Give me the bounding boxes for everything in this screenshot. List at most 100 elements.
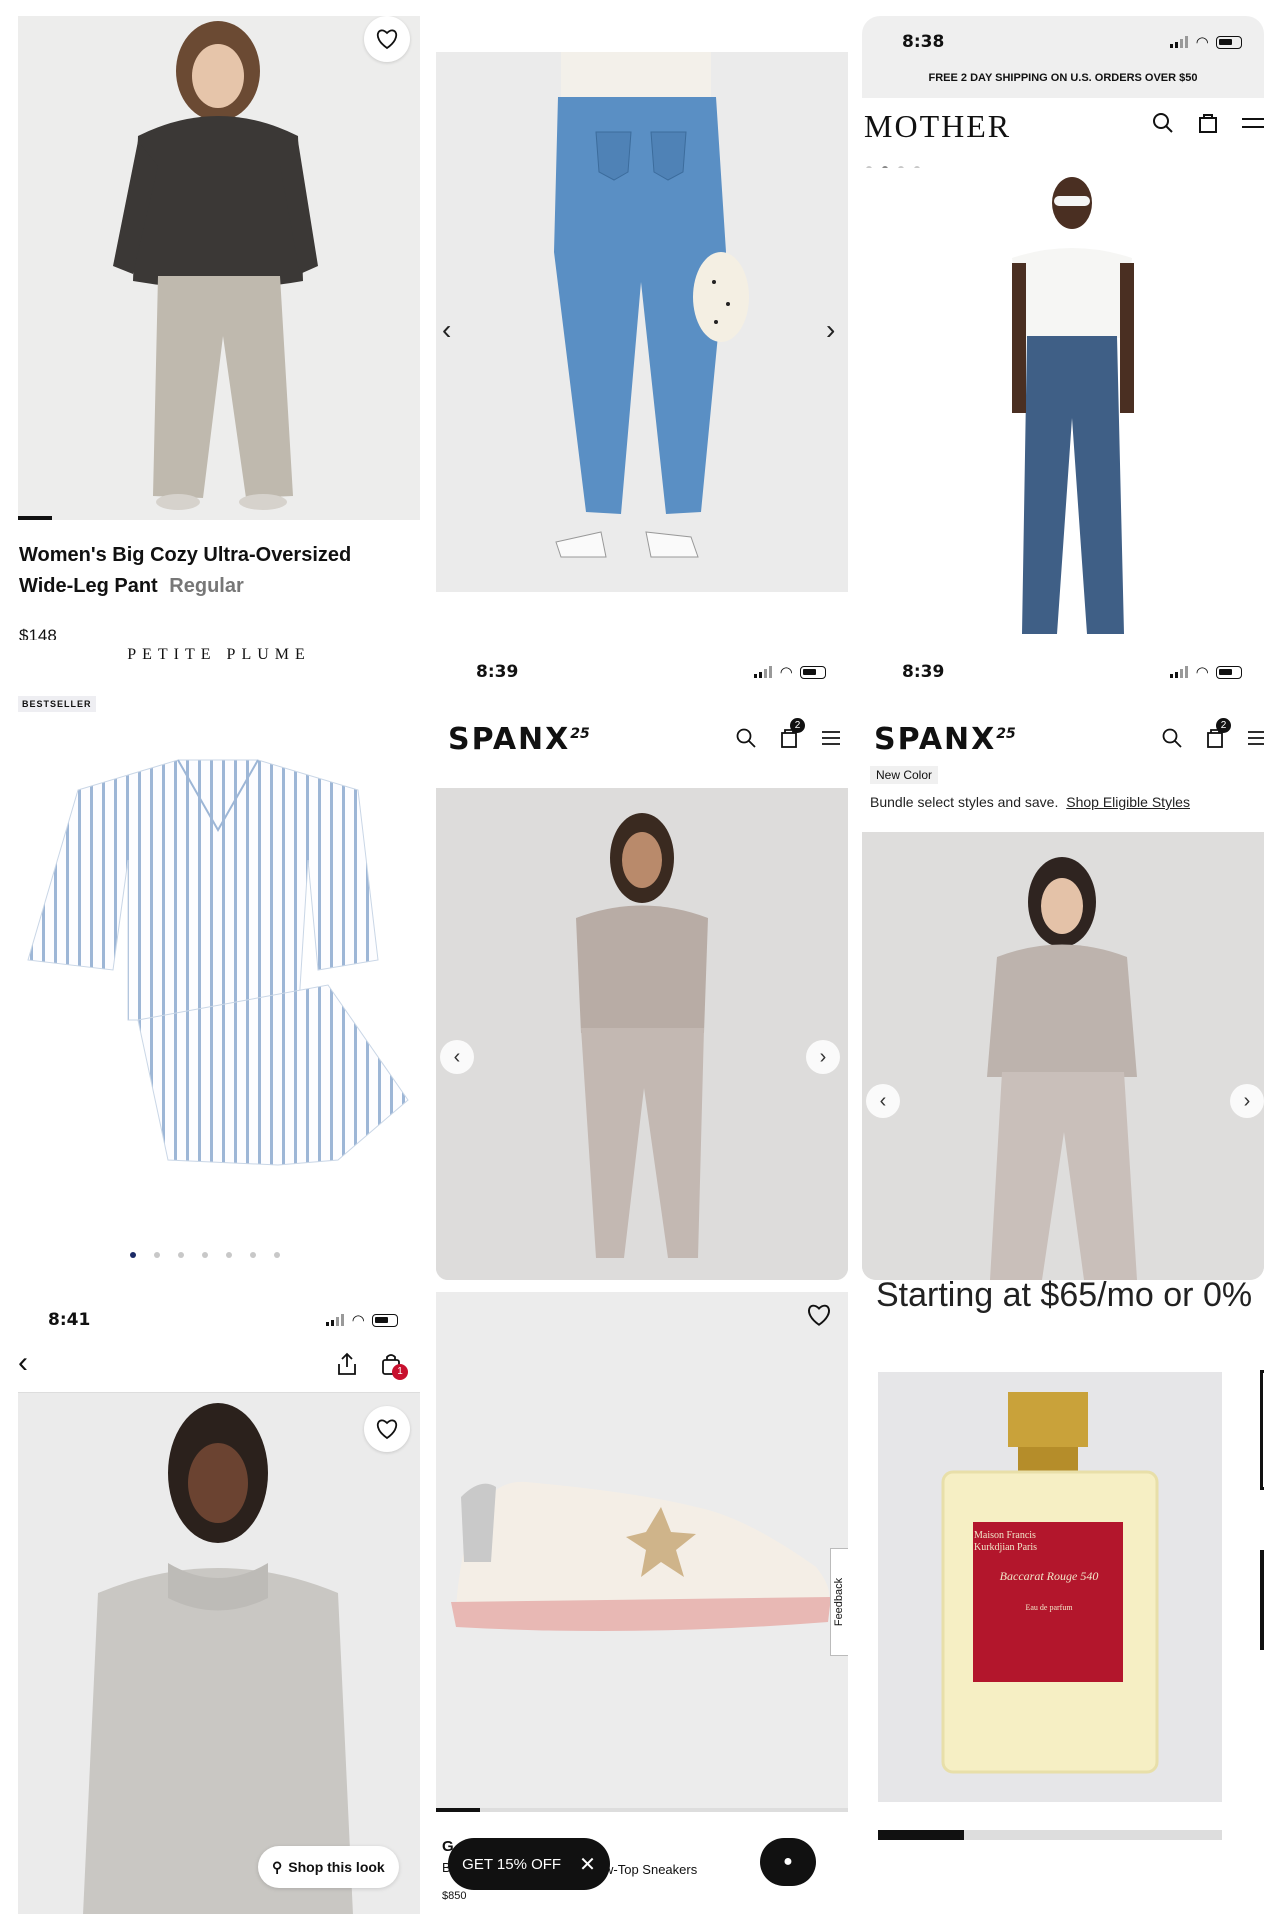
image-progress-bar (436, 1808, 480, 1812)
search-icon[interactable] (1162, 728, 1182, 748)
wifi-icon: ◠ (352, 1311, 364, 1329)
cropped-edge-bar (1260, 1550, 1264, 1650)
image-progress-track (436, 1808, 848, 1812)
status-time: 8:39 (902, 662, 945, 682)
status-time: 8:38 (902, 32, 945, 52)
bestseller-badge: BESTSELLER (18, 696, 96, 712)
product-title-line2: Wide-Leg Pant (19, 575, 158, 597)
brand-logo[interactable]: SPANX25 (448, 722, 590, 757)
battery-icon (1216, 35, 1242, 49)
carousel-dot[interactable] (250, 1252, 256, 1258)
product-tile-hoodie[interactable]: 8:41 ◠ ‹ 1 ⚲ Shop this look (18, 1292, 420, 1914)
signal-icon (754, 666, 773, 678)
status-time: 8:41 (48, 1310, 91, 1330)
product-tile-perfume[interactable]: Starting at $65/mo or 0% Maison Francis … (862, 1280, 1264, 1914)
next-arrow-icon[interactable]: › (1230, 1084, 1264, 1118)
product-image[interactable] (436, 788, 848, 1280)
product-image[interactable] (436, 52, 848, 592)
status-time: 8:39 (476, 662, 519, 682)
shop-this-look-label: Shop this look (288, 1859, 385, 1875)
brand-logo[interactable]: MOTHER (864, 108, 1011, 145)
brand-anniversary: 25 (996, 726, 1016, 742)
cart-count-badge: 2 (1216, 718, 1231, 733)
battery-icon (372, 1313, 398, 1327)
search-icon[interactable] (736, 728, 756, 748)
carousel-dot[interactable] (154, 1252, 160, 1258)
shop-eligible-link[interactable]: Shop Eligible Styles (1066, 794, 1190, 810)
bag-icon[interactable] (1198, 112, 1218, 134)
person-icon: ⚲ (272, 1858, 283, 1875)
feedback-label: Feedback (833, 1577, 846, 1627)
jeans-model-photo (862, 168, 1264, 634)
pajama-photo (27, 759, 409, 1166)
prev-arrow-icon[interactable]: ‹ (440, 1040, 474, 1074)
prev-arrow-icon[interactable]: ‹ (866, 1084, 900, 1118)
product-name-partial: w-Top Sneakers (604, 1862, 698, 1877)
perfume-label: Maison Francis Kurkdjian Paris Baccarat … (974, 1530, 1124, 1614)
favorite-heart-icon[interactable] (796, 1292, 842, 1338)
product-tile-spanx-halfzip[interactable]: 8:39 ◠ SPANX25 2 ‹ › (436, 652, 848, 1280)
carousel-dot[interactable] (226, 1252, 232, 1258)
get-15-off-button[interactable]: GET 15% OFF ✕ (448, 1838, 610, 1890)
product-tile-spanx-crew[interactable]: 8:39 ◠ SPANX25 2 New Color Bundle select… (862, 652, 1264, 1280)
back-icon[interactable]: ‹ (18, 1346, 28, 1380)
product-image[interactable] (18, 16, 420, 520)
product-tile-wide-leg-pant[interactable]: Women's Big Cozy Ultra-Oversized Wide-Le… (18, 16, 420, 646)
chat-icon: ● (783, 1853, 793, 1870)
carousel-dot[interactable] (178, 1252, 184, 1258)
brand-name: SPANX (874, 722, 997, 757)
halfzip-model-photo (436, 788, 848, 1280)
close-icon[interactable]: ✕ (579, 1852, 596, 1877)
shop-this-look-button[interactable]: ⚲ Shop this look (258, 1846, 399, 1888)
prev-arrow-icon[interactable]: ‹ (442, 314, 451, 346)
product-image[interactable] (18, 1392, 420, 1914)
product-tile-sneaker[interactable]: Feedback G B w-Top Sneakers $850 GET 15%… (436, 1292, 848, 1914)
menu-icon[interactable] (1242, 116, 1264, 130)
next-arrow-icon[interactable]: › (806, 1040, 840, 1074)
shipping-banner: FREE 2 DAY SHIPPING ON U.S. ORDERS OVER … (928, 72, 1198, 84)
feedback-tab[interactable]: Feedback (830, 1548, 848, 1656)
share-icon[interactable] (336, 1352, 358, 1376)
image-progress-bar (18, 516, 52, 520)
favorite-heart-icon[interactable] (364, 1406, 410, 1452)
status-bar-content: 8:38 ◠ (862, 22, 1264, 62)
jeans-photo (436, 52, 848, 592)
carousel-dot[interactable] (130, 1252, 136, 1258)
favorite-heart-icon[interactable] (364, 16, 410, 62)
model-photo (18, 16, 420, 520)
brand-logo[interactable]: PETITE PLUME (18, 646, 420, 664)
bottle-name: Baccarat Rouge 540 (999, 1569, 1099, 1583)
image-progress-bar (878, 1830, 964, 1840)
chat-button[interactable]: ● (760, 1838, 816, 1886)
search-icon[interactable] (1152, 112, 1174, 134)
product-tile-pajama[interactable]: PETITE PLUME BESTSELLER (18, 640, 420, 1280)
fit-label: Regular (169, 575, 244, 597)
financing-text: Starting at $65/mo or 0% (876, 1280, 1253, 1314)
status-bar-content: 8:41 ◠ (18, 1300, 420, 1340)
product-image[interactable] (18, 720, 420, 1230)
brand-logo[interactable]: SPANX25 (874, 722, 1016, 757)
menu-icon[interactable] (1248, 730, 1264, 746)
hoodie-model-photo (18, 1393, 420, 1914)
signal-icon (1170, 666, 1189, 678)
carousel-dot[interactable] (202, 1252, 208, 1258)
bundle-promo: Bundle select styles and save. Shop Elig… (870, 794, 1190, 810)
wifi-icon: ◠ (1196, 33, 1208, 51)
next-arrow-icon[interactable]: › (826, 314, 835, 346)
status-bar-content: 8:39 ◠ (862, 652, 1264, 692)
brand-name: SPANX (448, 722, 571, 757)
carousel-dots (130, 1252, 280, 1258)
sneaker-photo (436, 1292, 848, 1812)
cart-count-badge: 2 (790, 718, 805, 733)
product-tile-mother[interactable]: 8:38 ◠ FREE 2 DAY SHIPPING ON U.S. ORDER… (862, 16, 1264, 634)
product-tile-jeans[interactable]: ‹ › (436, 16, 848, 646)
battery-icon (800, 665, 826, 679)
menu-icon[interactable] (822, 730, 840, 746)
product-image[interactable] (862, 168, 1264, 634)
product-image[interactable] (436, 1292, 848, 1812)
signal-icon (326, 1314, 345, 1326)
product-price-partial: $850 (442, 1890, 467, 1902)
carousel-dot[interactable] (274, 1252, 280, 1258)
bottle-type: Eau de parfum (1025, 1603, 1073, 1612)
product-image[interactable] (862, 832, 1264, 1280)
